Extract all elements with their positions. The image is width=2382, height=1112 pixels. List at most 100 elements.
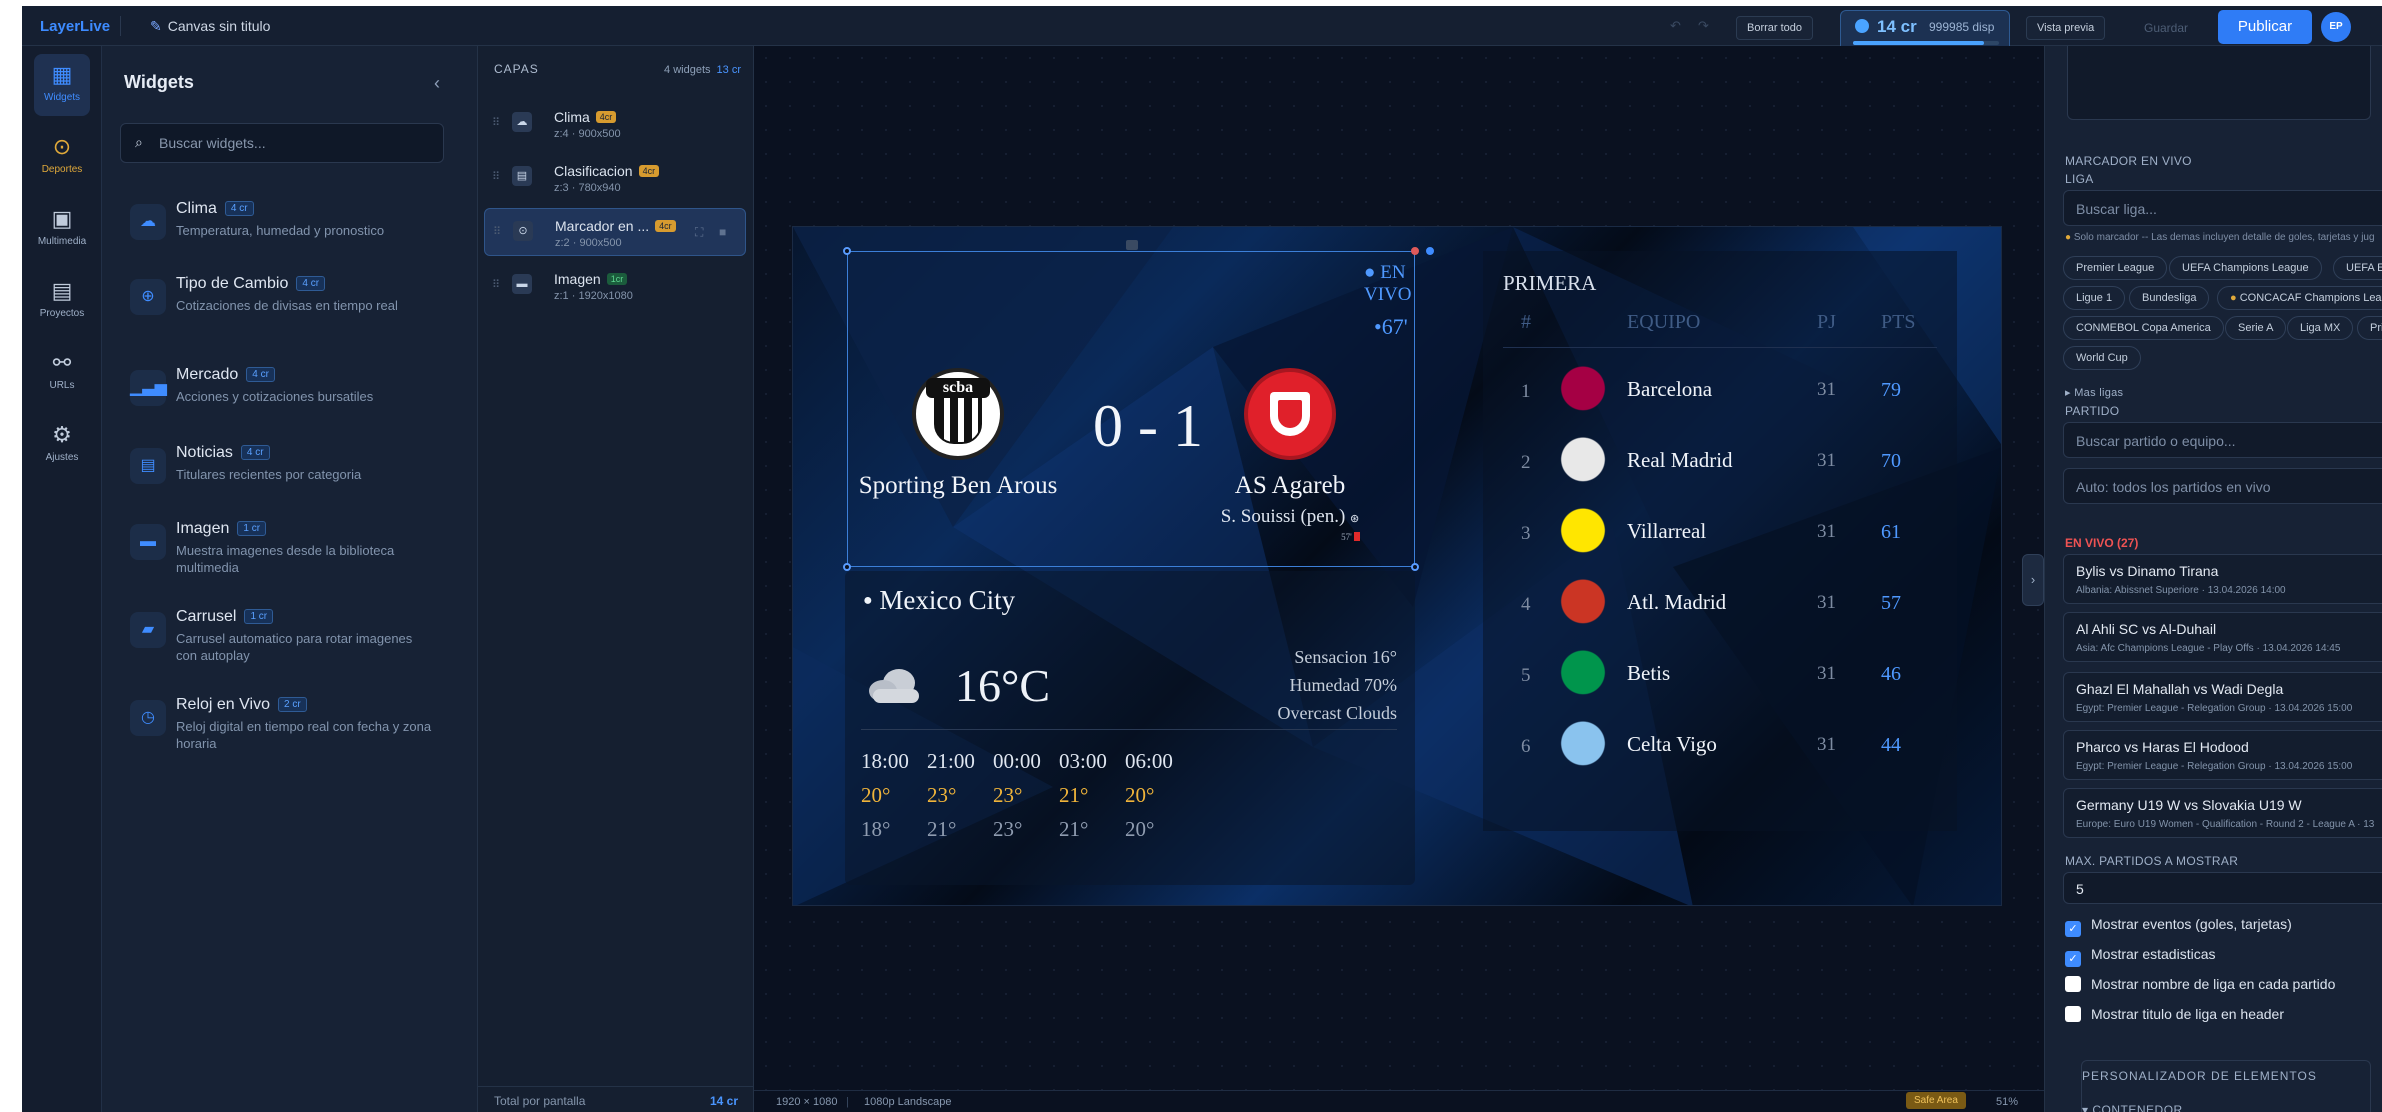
zoom-level[interactable]: 51% [1996,1096,2018,1108]
league-name: PRIMERA [1503,271,1597,295]
canvas-board[interactable]: ● EN VIVO •67' scba Sporting Ben Arous 0… [792,226,2002,906]
checkbox-stats[interactable]: ✓ Mostrar estadisticas [2065,946,2215,967]
checkbox-unchecked[interactable] [2065,1006,2081,1022]
layer-item[interactable]: ⠿ ☁ Clima 4cr z:4 · 900x500 [484,100,746,148]
layer-meta: z:3 · 780x940 [554,182,621,194]
match-item[interactable]: Ghazl El Mahallah vs Wadi Degla Egypt: Pr… [2063,672,2382,722]
league-chip[interactable]: Premier League [2063,256,2168,280]
away-team-crest [1244,368,1336,460]
drag-handle-icon[interactable]: ⠿ [492,116,500,129]
total-label: Total por pantalla [494,1094,586,1108]
weather-widget[interactable]: ● Mexico City 16°C Sensacion 16° Humedad… [845,571,1415,885]
league-chip[interactable]: Pri [2357,316,2382,340]
row-team: Atl. Madrid [1627,590,1727,614]
checkbox-events[interactable]: ✓ Mostrar eventos (goles, tarjetas) [2065,916,2292,937]
layer-item[interactable]: ⠿ ▤ Clasificacion 4cr z:3 · 780x940 [484,154,746,202]
checkbox-unchecked[interactable] [2065,976,2081,992]
resize-handle[interactable] [1411,563,1419,571]
widget-imagen[interactable]: ▬ Imagen 1 cr Muestra imagenes desde la bib… [120,520,460,596]
layers-count: 4 widgets 13 cr [664,64,741,76]
nav-widgets[interactable]: ▦ Widgets [22,54,102,116]
layer-item-selected[interactable]: ⠿ ⊙ Marcador en ... 4cr z:2 · 900x500 ⛶ ■ [484,208,746,256]
collapse-chevron-icon[interactable]: ‹ [434,73,440,94]
temp-low: 21° [1059,817,1089,841]
nav-multimedia[interactable]: ▣ Multimedia [22,206,102,247]
max-matches-input[interactable]: 5 [2063,872,2382,904]
canvas-area[interactable]: ● EN VIVO •67' scba Sporting Ben Arous 0… [754,46,2044,1112]
team-badge-icon [1557,578,1609,630]
redo-icon[interactable]: ↷ [1698,18,1709,34]
checkbox-league-name[interactable]: Mostrar nombre de liga en cada partido [2065,976,2335,992]
standings-widget[interactable]: PRIMERA # EQUIPO PJ PTS 1 Barcelona 31 79 2 R… [1483,251,1957,831]
widget-clima[interactable]: ☁ Clima 4 cr Temperatura, humedad y pronost… [120,200,460,276]
canvas-title[interactable]: ✎ Canvas sin titulo [150,18,270,35]
clear-all-button[interactable]: Borrar todo [1736,16,1814,40]
match-item[interactable]: Pharco vs Haras El Hodood Egypt: Premier … [2063,730,2382,780]
panel-toggle-chevron-icon[interactable]: › [2022,554,2044,606]
standings-row: 5 Betis 31 46 [1483,641,1957,711]
undo-icon[interactable]: ↶ [1670,18,1681,34]
save-button[interactable]: Guardar [2144,21,2188,35]
checkbox-checked[interactable]: ✓ [2065,951,2081,967]
checkbox-league-title[interactable]: Mostrar titulo de liga en header [2065,1006,2284,1022]
match-search-input[interactable]: Buscar partido o equipo... [2063,422,2382,458]
league-chip[interactable]: Bundesliga [2129,286,2210,310]
rotate-handle[interactable] [1426,247,1434,255]
scoreboard-widget[interactable]: ● EN VIVO •67' scba Sporting Ben Arous 0… [843,240,1434,571]
expand-icon[interactable]: ⛶ [695,225,703,240]
app-logo[interactable]: LayerLive [40,18,110,35]
league-chip[interactable]: Liga MX [2287,316,2354,340]
league-chip[interactable]: UEFA Champions League [2169,256,2322,280]
widgets-search-input[interactable]: ⌕ Buscar widgets... [120,123,444,163]
liga-search-input[interactable]: Buscar liga... [2063,190,2382,226]
row-played: 31 [1817,521,1836,542]
avatar[interactable]: EP [2321,12,2351,42]
drag-handle-icon[interactable]: ⠿ [493,225,501,238]
nav-urls[interactable]: ⚯ URLs [22,350,102,391]
nav-deportes[interactable]: ⊙ Deportes [22,134,102,175]
row-position: 4 [1521,594,1531,615]
league-chip[interactable]: Serie A [2225,316,2287,340]
league-chip[interactable]: UEFA Eu [2333,256,2382,280]
move-handle-icon[interactable] [1126,240,1138,250]
league-chip[interactable]: Ligue 1 [2063,286,2126,310]
widget-carrusel[interactable]: ▰ Carrusel 1 cr Carrusel automatico para ro… [120,608,460,684]
temp-high: 20° [861,783,891,807]
drag-handle-icon[interactable]: ⠿ [492,278,500,291]
layer-item[interactable]: ⠿ ▬ Imagen 1cr z:1 · 1920x1080 [484,262,746,310]
widget-reloj[interactable]: ◷ Reloj en Vivo 2 cr Reloj digital en tiemp… [120,696,460,772]
auto-option[interactable]: Auto: todos los partidos en vivo [2063,468,2382,504]
standings-row: 4 Atl. Madrid 31 57 [1483,570,1957,640]
layer-credit-badge: 4cr [638,165,660,177]
league-chip[interactable]: CONMEBOL Copa America [2063,316,2224,340]
league-chip-selected[interactable]: ● CONCACAF Champions Leag [2217,286,2382,310]
match-item[interactable]: Bylis vs Dinamo Tirana Albania: Abissnet … [2063,554,2382,604]
resize-handle[interactable] [843,563,851,571]
nav-ajustes[interactable]: ⚙ Ajustes [22,422,102,463]
widget-tipo-cambio[interactable]: ⊕ Tipo de Cambio 4 cr Cotizaciones de divis… [120,275,460,351]
divider [478,1086,754,1087]
nav-label: Ajustes [45,452,79,463]
widget-noticias[interactable]: ▤ Noticias 4 cr Titulares recientes por cat… [120,444,460,520]
drag-handle-icon[interactable]: ⠿ [492,170,500,183]
divider [1503,347,1937,348]
publish-button[interactable]: Publicar [2218,10,2312,44]
forecast-hour: 00:00 23° 23° [993,749,1059,842]
checkbox-checked[interactable]: ✓ [2065,921,2081,937]
resize-handle[interactable] [1411,247,1419,255]
match-sub: Asia: Afc Champions League - Play Offs ·… [2076,643,2341,654]
match-item[interactable]: Germany U19 W vs Slovakia U19 W Europe: E… [2063,788,2382,838]
match-item[interactable]: Al Ahli SC vs Al-Duhail Asia: Afc Champio… [2063,612,2382,662]
search-placeholder: Buscar widgets... [159,135,266,151]
canvas-preset[interactable]: 1080p Landscape [864,1096,951,1108]
container-section-toggle[interactable]: ▾ CONTENEDOR [2082,1103,2183,1112]
widget-mercado[interactable]: ▁▃▅ Mercado 4 cr Acciones y cotizaciones bu… [120,366,460,442]
nav-proyectos[interactable]: ▤ Proyectos [22,278,102,319]
more-leagues-toggle[interactable]: ▸ Mas ligas [2065,386,2123,399]
home-crest-text: scba [926,378,990,398]
trash-icon[interactable]: ■ [719,225,726,239]
safe-area-toggle[interactable]: Safe Area [1906,1092,1966,1109]
league-chip[interactable]: World Cup [2063,346,2141,370]
preview-button[interactable]: Vista previa [2026,16,2106,40]
resize-handle[interactable] [843,247,851,255]
